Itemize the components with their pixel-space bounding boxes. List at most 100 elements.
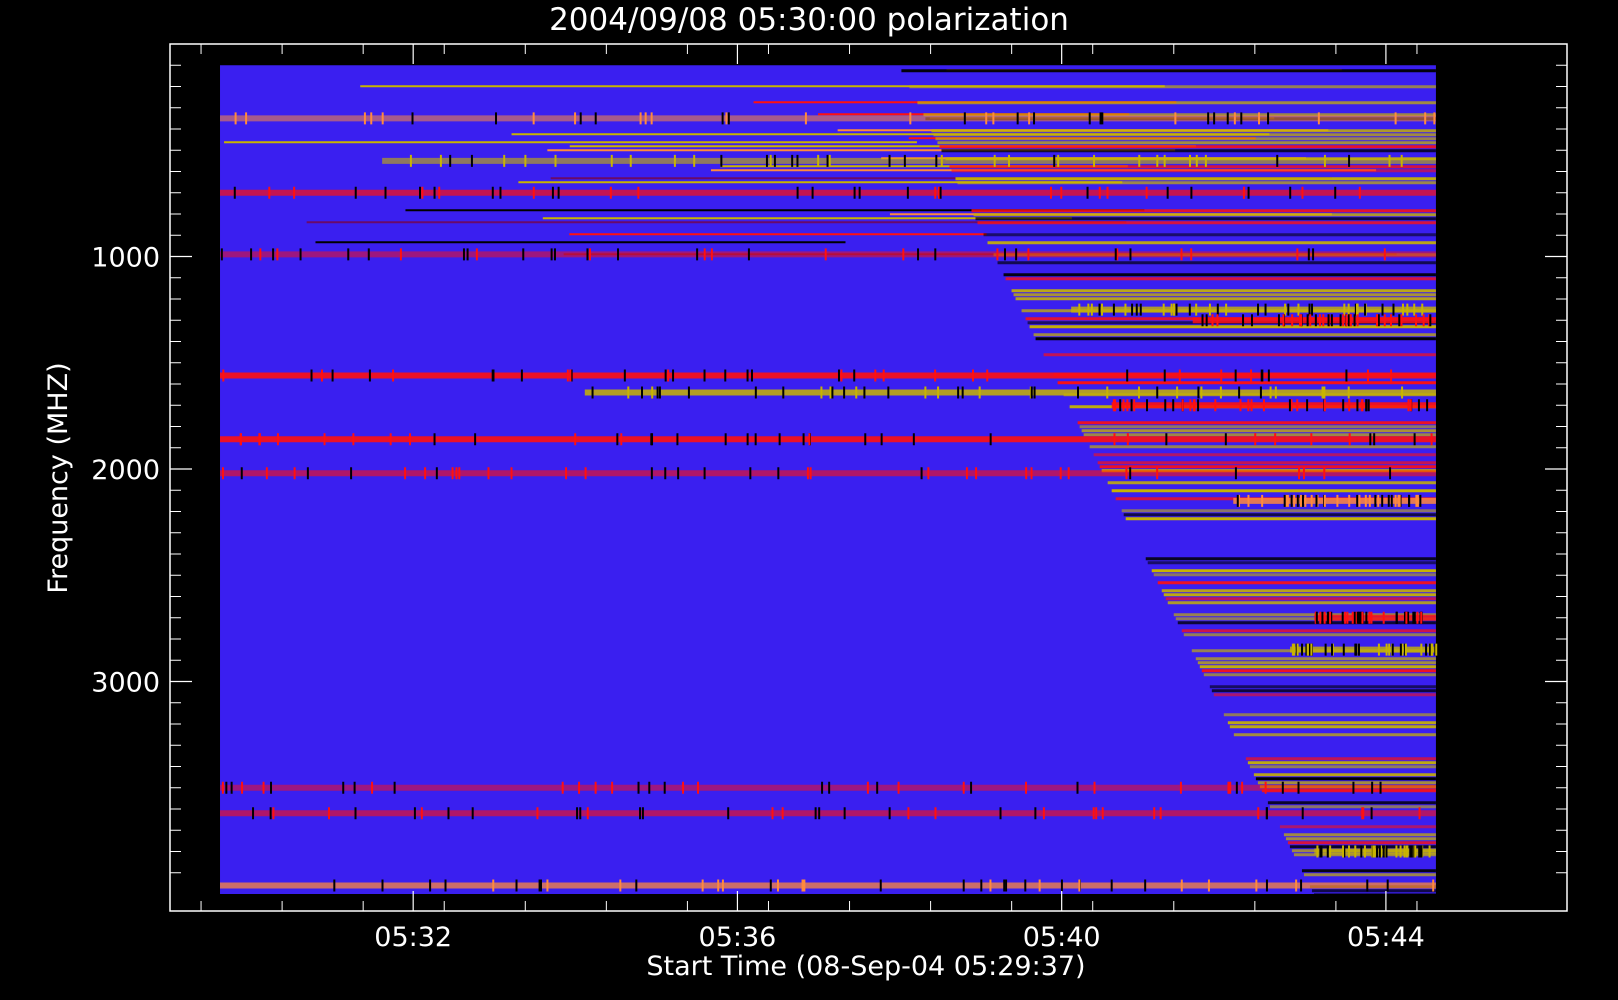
band-pulse <box>409 154 412 167</box>
burst-segment <box>1285 837 1436 841</box>
band-pulse <box>1390 494 1393 507</box>
y-tick-label: 2000 <box>91 455 160 486</box>
band-pulse <box>1323 494 1326 507</box>
band-pulse <box>1344 611 1347 624</box>
band-pulse <box>866 781 869 794</box>
burst-segment <box>1125 517 1436 521</box>
band-pulse <box>934 186 937 199</box>
band-pulse <box>1326 611 1329 624</box>
band-pulse <box>858 186 861 199</box>
band-pulse <box>1424 112 1427 125</box>
band-pulse <box>1003 248 1006 261</box>
band-pulse <box>937 386 940 399</box>
band-pulse <box>651 386 654 399</box>
band-pulse <box>934 248 937 261</box>
band-pulse <box>241 781 244 794</box>
burst-segment <box>1153 573 1436 577</box>
band-pulse <box>777 467 780 480</box>
band-pulse <box>1188 303 1191 316</box>
band-pulse <box>1241 781 1244 794</box>
band-pulse <box>1042 807 1045 820</box>
band-pulse <box>1430 643 1433 656</box>
band-pulse <box>1419 494 1422 507</box>
band-pulse <box>676 433 679 446</box>
burst-segment <box>987 241 1436 245</box>
band-pulse <box>650 467 653 480</box>
band-pulse <box>1406 303 1409 316</box>
band-pulse <box>863 386 866 399</box>
burst-segment <box>1209 685 1436 689</box>
band-pulse <box>912 433 915 446</box>
band-pulse <box>1076 781 1079 794</box>
band-pulse <box>1098 303 1101 316</box>
burst-segment <box>1163 593 1436 597</box>
band-pulse <box>1330 314 1333 327</box>
band-pulse <box>462 248 465 261</box>
band-pulse <box>1293 494 1296 507</box>
band-pulse <box>1308 303 1311 316</box>
band-pulse <box>1261 494 1264 507</box>
band-pulse <box>664 369 667 382</box>
band-pulse <box>843 807 846 820</box>
band-fill <box>220 784 1436 791</box>
band-pulse <box>1433 112 1436 125</box>
band-pulse <box>1195 303 1198 316</box>
band-pulse <box>594 781 597 794</box>
band-pulse <box>1432 879 1435 892</box>
band-pulse <box>1388 154 1391 167</box>
band-pulse <box>1352 781 1355 794</box>
band-pulse <box>616 433 619 446</box>
band-pulse <box>272 807 275 820</box>
band-pulse <box>703 248 706 261</box>
band-pulse <box>1159 807 1162 820</box>
band-pulse <box>720 154 723 167</box>
band-pulse <box>1227 781 1230 794</box>
burst-segment <box>1257 781 1436 785</box>
band-pulse <box>804 112 807 125</box>
band-pulse <box>1240 112 1243 125</box>
band-pulse <box>1361 611 1364 624</box>
burst-segment <box>1081 429 1436 433</box>
burst-segment <box>1303 873 1436 877</box>
band-pulse <box>1264 781 1267 794</box>
band-fill <box>220 251 1436 258</box>
band-pulse <box>1119 399 1122 412</box>
band-pulse <box>1296 494 1299 507</box>
band-pulse <box>1030 386 1033 399</box>
band-pulse <box>1276 154 1279 167</box>
band-pulse <box>1348 399 1351 412</box>
band-pulse <box>750 369 753 382</box>
band-pulse <box>1319 611 1322 624</box>
band-pulse <box>882 369 885 382</box>
band-pulse <box>342 781 345 794</box>
band-pulse <box>992 112 995 125</box>
band-pulse <box>1033 386 1036 399</box>
band-pulse <box>515 879 518 892</box>
band-pulse <box>1392 303 1395 316</box>
band-pulse <box>276 248 279 261</box>
band-pulse <box>1408 494 1411 507</box>
band-pulse <box>293 467 296 480</box>
y-axis-label: Frequency (MHZ) <box>43 362 74 593</box>
burst-segment <box>977 221 1436 225</box>
band-pulse <box>924 386 927 399</box>
band-pulse <box>1016 112 1019 125</box>
band-pulse <box>771 807 774 820</box>
burst-segment <box>957 181 1436 185</box>
band-pulse <box>1281 781 1284 794</box>
band-pulse <box>1377 643 1380 656</box>
band-pulse <box>269 807 272 820</box>
band-pulse <box>1201 314 1204 327</box>
band-pulse <box>1321 611 1324 624</box>
band-pulse <box>1129 248 1132 261</box>
band-pulse <box>1395 845 1398 858</box>
band-pulse <box>433 433 436 446</box>
band-pulse <box>957 386 960 399</box>
burst-segment <box>917 101 1436 105</box>
band-pulse <box>554 154 557 167</box>
band-pulse <box>470 154 473 167</box>
burst-segment <box>1029 325 1436 329</box>
burst-segment <box>941 149 1436 153</box>
band-pulse <box>1383 314 1386 327</box>
band-pulse <box>1329 611 1332 624</box>
